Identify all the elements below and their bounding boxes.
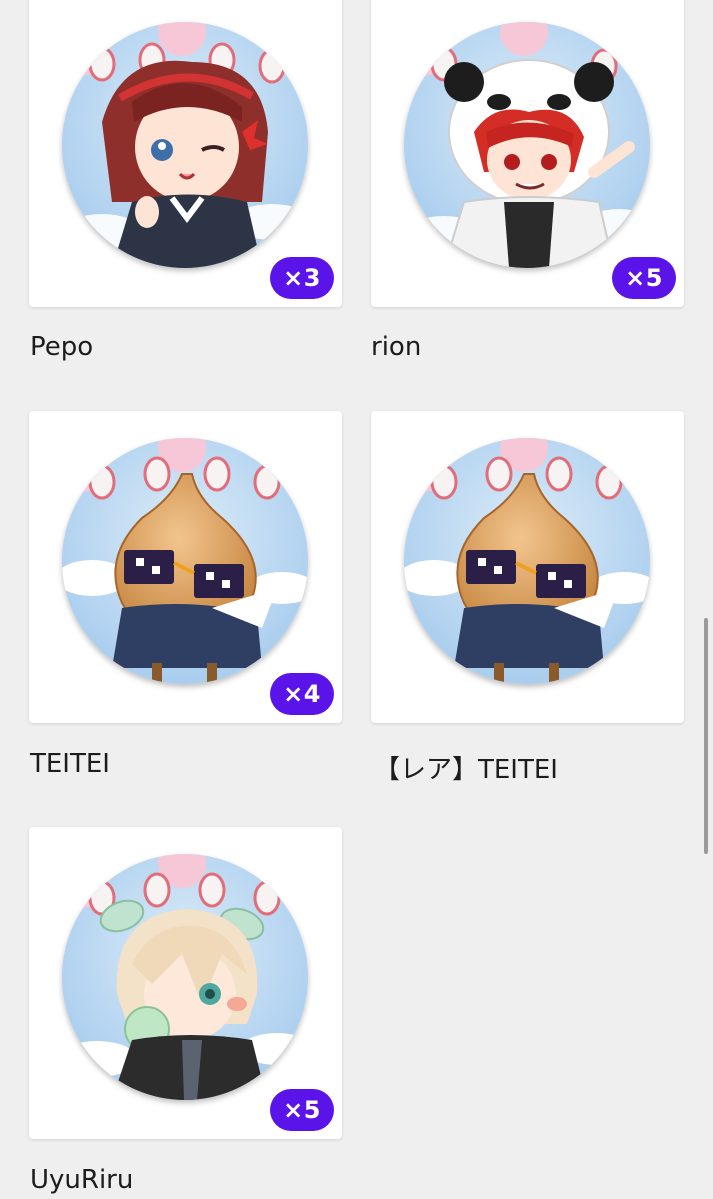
scrollbar-thumb[interactable] xyxy=(704,618,708,854)
item-card-uyuriru[interactable]: ×5 xyxy=(29,827,342,1139)
item-card-teitei[interactable]: ×4 xyxy=(29,411,342,723)
quantity-badge: ×5 xyxy=(612,257,676,299)
item-title[interactable]: 【レア】TEITEI xyxy=(374,749,558,786)
quantity-badge: ×4 xyxy=(270,673,334,715)
item-title[interactable]: UyuRiru xyxy=(30,1165,133,1195)
can-badge-image xyxy=(62,854,308,1100)
item-title[interactable]: TEITEI xyxy=(30,749,110,779)
red-haired-girl-illustration xyxy=(62,22,308,268)
goods-grid-page: ×3 Pepo ×5 rion ×4 TEITEI 【レア】TEITEI ×5 … xyxy=(0,0,713,1199)
item-card-rion[interactable]: ×5 xyxy=(371,0,684,307)
onion-with-sunglasses-illustration xyxy=(404,438,650,684)
item-title[interactable]: Pepo xyxy=(30,332,93,362)
can-badge-image xyxy=(62,22,308,268)
onion-with-sunglasses-illustration xyxy=(62,438,308,684)
item-title[interactable]: rion xyxy=(371,332,421,362)
quantity-badge: ×5 xyxy=(270,1089,334,1131)
panda-hood-boy-illustration xyxy=(404,22,650,268)
can-badge-image xyxy=(404,22,650,268)
blond-boy-bubblegum-illustration xyxy=(62,854,308,1100)
can-badge-image xyxy=(404,438,650,684)
can-badge-image xyxy=(62,438,308,684)
item-card-rare-teitei[interactable] xyxy=(371,411,684,723)
quantity-badge: ×3 xyxy=(270,257,334,299)
item-card-pepo[interactable]: ×3 xyxy=(29,0,342,307)
